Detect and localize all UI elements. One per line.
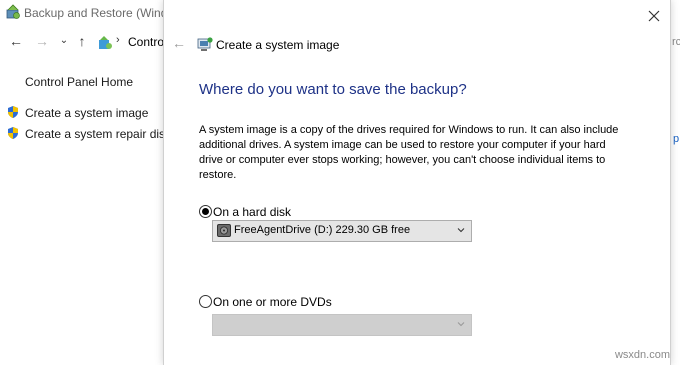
control-panel-icon: [99, 36, 112, 49]
search-box-partial-text: rc: [672, 36, 680, 48]
hard-disk-select[interactable]: FreeAgentDrive (D:) 229.30 GB free: [212, 220, 472, 242]
breadcrumb-chevron-icon: ›: [116, 34, 120, 46]
dvd-radio[interactable]: [199, 295, 212, 308]
chevron-down-icon: [457, 228, 465, 233]
breadcrumb[interactable]: Control: [128, 35, 167, 49]
create-system-image-link[interactable]: Create a system image: [25, 106, 148, 120]
create-system-repair-disc-link[interactable]: Create a system repair disc: [25, 127, 171, 141]
backup-restore-app-icon: [6, 4, 20, 19]
partial-link[interactable]: p: [673, 133, 679, 145]
system-image-icon: [197, 37, 213, 51]
close-icon[interactable]: [646, 8, 662, 24]
uac-shield-icon: [8, 127, 18, 139]
hard-drive-icon: [217, 224, 231, 237]
up-arrow-icon[interactable]: ↑: [74, 33, 90, 49]
dialog-description: A system image is a copy of the drives r…: [199, 124, 619, 181]
uac-shield-icon: [8, 106, 18, 118]
background-nav-bar: ← → ⌄ ↑ › Control: [0, 30, 170, 56]
dvd-select[interactable]: [212, 314, 472, 336]
back-arrow-icon[interactable]: ←: [8, 33, 24, 49]
dvd-label[interactable]: On one or more DVDs: [213, 295, 332, 309]
hard-disk-label[interactable]: On a hard disk: [213, 205, 291, 219]
hard-disk-radio[interactable]: [199, 205, 212, 218]
hard-disk-select-value: FreeAgentDrive (D:) 229.30 GB free: [234, 224, 411, 236]
address-bar[interactable]: › Control: [95, 33, 170, 53]
recent-locations-chevron-icon[interactable]: ⌄: [56, 33, 72, 49]
create-system-image-dialog: ← Create a system image Where do you wan…: [163, 0, 671, 365]
dialog-title: Create a system image: [216, 38, 340, 52]
control-panel-home-link[interactable]: Control Panel Home: [25, 75, 133, 89]
back-arrow-icon[interactable]: ←: [172, 36, 186, 50]
background-titlebar: Backup and Restore (Windows: [0, 0, 189, 26]
forward-arrow-icon[interactable]: →: [34, 33, 50, 49]
watermark: wsxdn.com: [614, 349, 670, 361]
dialog-heading: Where do you want to save the backup?: [199, 81, 467, 98]
chevron-down-icon: [457, 322, 465, 327]
